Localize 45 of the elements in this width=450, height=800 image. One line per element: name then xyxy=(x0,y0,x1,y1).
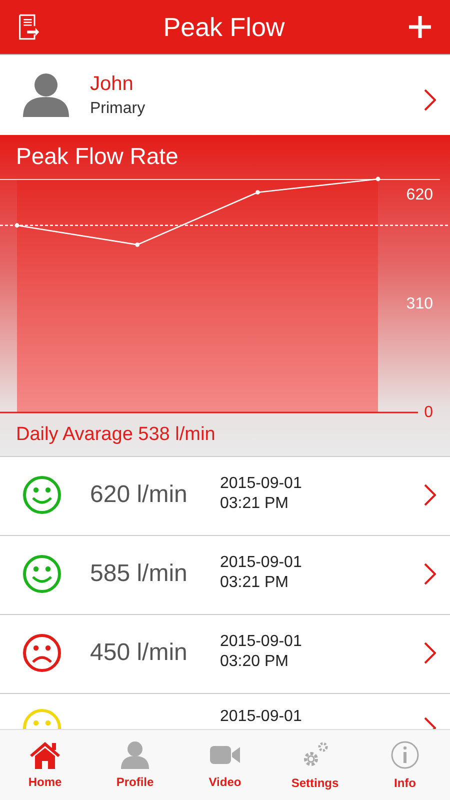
point xyxy=(135,242,140,247)
daily-average: Daily Avarage 538 l/min xyxy=(16,424,216,446)
reading-row[interactable]: 2015-09-01 xyxy=(0,694,450,729)
reading-row[interactable]: 620 l/min 2015-09-01 03:21 PM xyxy=(0,457,450,536)
reading-date: 2015-09-01 xyxy=(220,554,303,572)
tab[interactable]: Video xyxy=(180,730,270,800)
profile-role: Primary xyxy=(90,100,146,118)
sad-face-icon xyxy=(22,633,62,673)
tab[interactable]: Profile xyxy=(90,730,180,800)
flow-value: 450 l/min xyxy=(90,638,188,668)
add-icon[interactable] xyxy=(408,15,432,39)
axis-label: 0 xyxy=(424,404,433,422)
reading-time: 03:21 PM xyxy=(220,574,290,592)
profile-name: John xyxy=(90,72,134,96)
flow-value: 585 l/min xyxy=(90,559,188,589)
smiley-face-icon xyxy=(22,554,62,594)
reading-date: 2015-09-01 xyxy=(220,633,303,651)
reading-date: 2015-09-01 xyxy=(220,708,303,726)
point xyxy=(255,190,260,195)
document-export-icon[interactable] xyxy=(18,14,40,40)
reading-date: 2015-09-01 xyxy=(220,475,303,493)
point xyxy=(14,223,20,228)
screen-title: Peak Flow xyxy=(163,12,285,42)
reading-row[interactable]: 585 l/min 2015-09-01 03:21 PM xyxy=(0,536,450,615)
info-icon xyxy=(390,740,420,770)
chevron-right-icon xyxy=(424,484,436,506)
person-icon xyxy=(22,73,70,117)
chevron-right-icon xyxy=(424,642,436,664)
reading-time: 03:21 PM xyxy=(220,495,290,513)
chevron-right-icon xyxy=(424,88,436,110)
reading-time: 03:20 PM xyxy=(220,653,290,671)
tab[interactable]: Info xyxy=(360,730,450,800)
axis-label: 310 xyxy=(406,295,433,312)
chevron-right-icon xyxy=(424,563,436,585)
axis-label: 620 xyxy=(406,186,433,204)
point xyxy=(376,176,380,182)
tab[interactable]: Home xyxy=(0,730,90,800)
home-icon xyxy=(30,741,60,769)
person-icon xyxy=(120,741,150,769)
reading-row[interactable]: 450 l/min 2015-09-01 03:20 PM xyxy=(0,615,450,694)
smiley-face-icon xyxy=(22,475,62,515)
chart-title: Peak Flow Rate xyxy=(15,142,180,171)
profile-row[interactable]: John Primary xyxy=(0,55,450,135)
tab[interactable]: Settings xyxy=(270,730,360,800)
flow-value: 620 l/min xyxy=(90,480,188,510)
